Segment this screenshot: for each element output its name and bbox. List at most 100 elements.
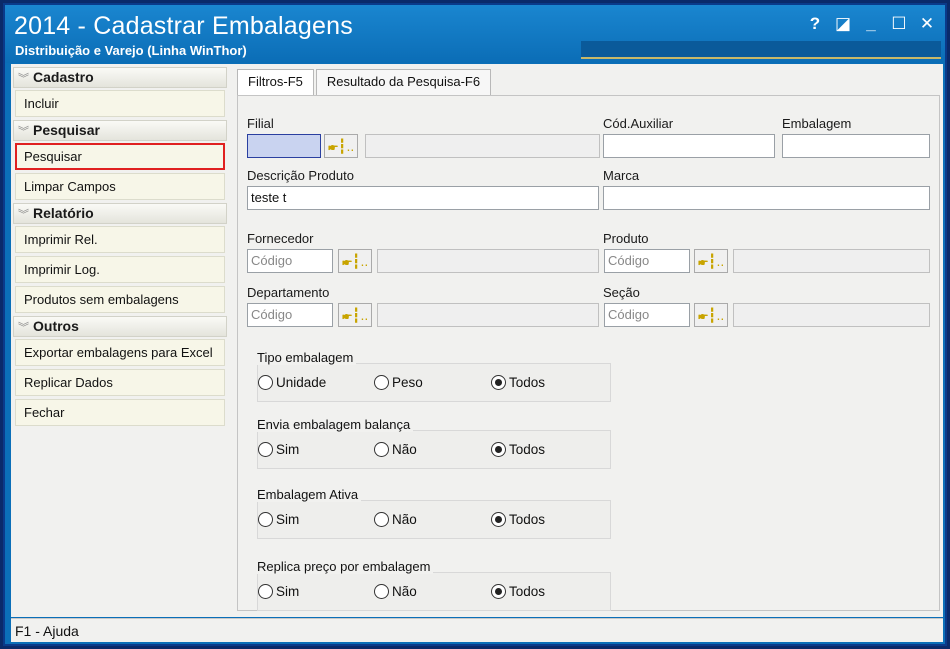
- radio-todos[interactable]: Todos: [491, 584, 545, 599]
- client-area: ︾ Cadastro Incluir ︾ Pesquisar Pesquisar L…: [11, 64, 943, 617]
- sidebar: ︾ Cadastro Incluir ︾ Pesquisar Pesquisar L…: [13, 67, 227, 429]
- chevron-up-icon: ︾: [18, 126, 29, 138]
- hand-pointer-icon: 🖝┇..: [327, 138, 355, 154]
- radio-label: Todos: [509, 442, 546, 457]
- tab-bar: Filtros-F5 Resultado da Pesquisa-F6: [237, 69, 493, 96]
- radio-sim[interactable]: Sim: [258, 442, 299, 457]
- fechar-button[interactable]: Fechar: [15, 399, 225, 426]
- radio-label: Sim: [276, 512, 300, 527]
- radio-label: Não: [392, 512, 417, 527]
- produto-code-input[interactable]: Código: [604, 249, 690, 273]
- status-bar: F1 - Ajuda: [11, 618, 943, 642]
- radio-selected-icon: [491, 442, 506, 457]
- radio-circle-icon: [258, 512, 273, 527]
- window-subtitle: Distribuição e Varejo (Linha WinThor): [15, 43, 247, 58]
- secao-label: Seção: [603, 285, 640, 300]
- radio-peso[interactable]: Peso: [374, 375, 423, 390]
- group-header-cadastro[interactable]: ︾ Cadastro: [13, 67, 227, 88]
- marca-input[interactable]: [603, 186, 930, 210]
- radio-circle-icon: [258, 375, 273, 390]
- title-bar[interactable]: 2014 - Cadastrar Embalagens Distribuição…: [5, 5, 945, 63]
- cod-auxiliar-label: Cód.Auxiliar: [603, 116, 674, 131]
- imprimir-log-button[interactable]: Imprimir Log.: [15, 256, 225, 283]
- radio-todos[interactable]: Todos: [491, 375, 545, 390]
- chevron-up-icon: ︾: [18, 73, 29, 85]
- tipo-embalagem-title: Tipo embalagem: [254, 350, 357, 365]
- group-title: Cadastro: [33, 69, 94, 85]
- radio-sim[interactable]: Sim: [258, 512, 299, 527]
- group-title: Outros: [33, 318, 79, 334]
- radio-unidade[interactable]: Unidade: [258, 375, 326, 390]
- filial-label: Filial: [247, 116, 274, 131]
- embalagem-label: Embalagem: [782, 116, 852, 131]
- hand-pointer-icon: 🖝┇..: [341, 253, 369, 269]
- replica-preco-title: Replica preço por embalagem: [254, 559, 434, 574]
- radio-selected-icon: [491, 512, 506, 527]
- window-title: 2014 - Cadastrar Embalagens: [14, 12, 353, 40]
- fornecedor-label: Fornecedor: [247, 231, 314, 246]
- radio-sim[interactable]: Sim: [258, 584, 299, 599]
- radio-todos[interactable]: Todos: [491, 442, 545, 457]
- radio-todos[interactable]: Todos: [491, 512, 545, 527]
- departamento-code-input[interactable]: Código: [247, 303, 333, 327]
- chevron-up-icon: ︾: [18, 322, 29, 334]
- radio-label: Todos: [509, 375, 546, 390]
- filial-description-field: [365, 134, 600, 158]
- imprimir-rel-button[interactable]: Imprimir Rel.: [15, 226, 225, 253]
- marca-label: Marca: [603, 168, 640, 183]
- minimize-button[interactable]: _: [859, 13, 883, 35]
- embalagem-ativa-title: Embalagem Ativa: [254, 487, 362, 502]
- group-header-pesquisar[interactable]: ︾ Pesquisar: [13, 120, 227, 141]
- maximize-button[interactable]: ☐: [887, 13, 911, 35]
- radio-circle-icon: [374, 442, 389, 457]
- pesquisar-button[interactable]: Pesquisar: [15, 143, 225, 170]
- tab-resultado[interactable]: Resultado da Pesquisa-F6: [315, 69, 492, 95]
- restore-icon[interactable]: ◪: [831, 13, 855, 35]
- help-button[interactable]: ?: [803, 13, 827, 35]
- departamento-lookup-button[interactable]: 🖝┇..: [338, 303, 372, 327]
- radio-circle-icon: [374, 584, 389, 599]
- close-button[interactable]: ✕: [915, 13, 939, 35]
- secao-description-field: [733, 303, 930, 327]
- radio-label: Todos: [509, 512, 546, 527]
- fornecedor-lookup-button[interactable]: 🖝┇..: [338, 249, 372, 273]
- radio-label: Todos: [509, 584, 546, 599]
- hand-pointer-icon: 🖝┇..: [697, 307, 725, 323]
- incluir-button[interactable]: Incluir: [15, 90, 225, 117]
- cod-auxiliar-input[interactable]: [603, 134, 775, 158]
- radio-label: Unidade: [276, 375, 327, 390]
- limpar-campos-button[interactable]: Limpar Campos: [15, 173, 225, 200]
- radio-nao[interactable]: Não: [374, 584, 417, 599]
- descricao-input[interactable]: teste t: [247, 186, 599, 210]
- radio-label: Não: [392, 584, 417, 599]
- fornecedor-code-input[interactable]: Código: [247, 249, 333, 273]
- envia-balanca-title: Envia embalagem balança: [254, 417, 414, 432]
- secao-code-input[interactable]: Código: [604, 303, 690, 327]
- group-header-outros[interactable]: ︾ Outros: [13, 316, 227, 337]
- group-header-relatorio[interactable]: ︾ Relatório: [13, 203, 227, 224]
- embalagem-ativa-group: [257, 500, 611, 539]
- produtos-sem-embalagens-button[interactable]: Produtos sem embalagens: [15, 286, 225, 313]
- filters-panel: Filial 🖝┇.. Cód.Auxiliar Embalagem Descr…: [237, 95, 940, 611]
- tab-filtros[interactable]: Filtros-F5: [237, 69, 314, 96]
- radio-circle-icon: [258, 584, 273, 599]
- filial-input[interactable]: [247, 134, 321, 158]
- radio-nao[interactable]: Não: [374, 442, 417, 457]
- tab-label: Filtros-F5: [248, 74, 303, 89]
- app-window: 2014 - Cadastrar Embalagens Distribuição…: [3, 3, 947, 646]
- exportar-excel-button[interactable]: Exportar embalagens para Excel: [15, 339, 225, 366]
- secao-lookup-button[interactable]: 🖝┇..: [694, 303, 728, 327]
- radio-nao[interactable]: Não: [374, 512, 417, 527]
- descricao-label: Descrição Produto: [247, 168, 354, 183]
- tab-label: Resultado da Pesquisa-F6: [326, 74, 481, 89]
- replicar-dados-button[interactable]: Replicar Dados: [15, 369, 225, 396]
- filial-lookup-button[interactable]: 🖝┇..: [324, 134, 358, 158]
- produto-lookup-button[interactable]: 🖝┇..: [694, 249, 728, 273]
- radio-label: Sim: [276, 442, 300, 457]
- embalagem-input[interactable]: [782, 134, 930, 158]
- title-decoration: [581, 41, 941, 59]
- radio-circle-icon: [374, 375, 389, 390]
- departamento-description-field: [377, 303, 599, 327]
- radio-circle-icon: [258, 442, 273, 457]
- window-controls: ? ◪ _ ☐ ✕: [803, 13, 939, 35]
